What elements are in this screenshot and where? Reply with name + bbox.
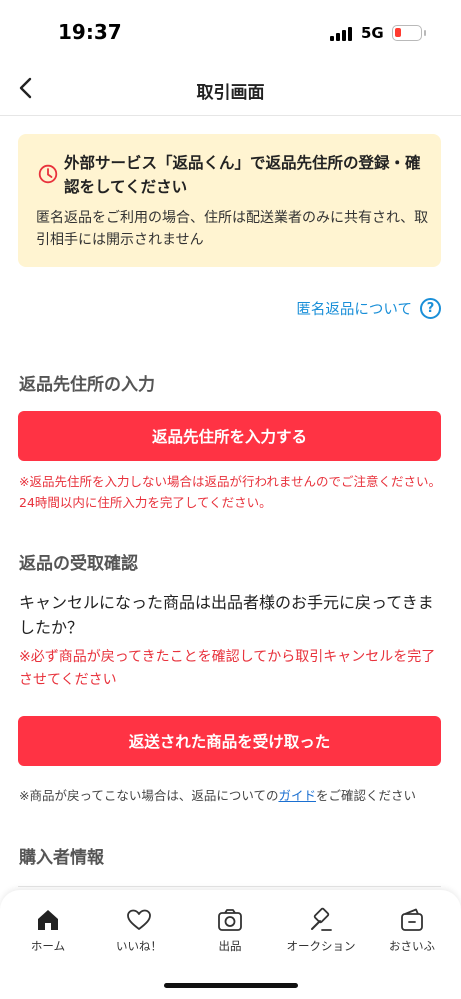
wallet-icon — [401, 908, 423, 931]
tab-likes[interactable]: いいね！ — [95, 906, 183, 956]
status-time: 19:37 — [58, 20, 122, 44]
tab-wallet[interactable]: おさいふ — [368, 906, 456, 956]
notice-banner: 外部サービス「返品くん」で返品先住所の登録・確認をしてください 匿名返品をご利用… — [18, 134, 441, 267]
battery-cap — [424, 30, 426, 36]
tab-label: いいね！ — [116, 939, 162, 953]
tab-label: 出品 — [218, 939, 242, 953]
camera-icon — [218, 909, 242, 931]
status-bar: 19:37 5G — [0, 0, 461, 60]
anon-return-link[interactable]: 匿名返品について ? — [296, 295, 441, 321]
guide-note: ※商品が戻ってこない場合は、返品についてのガイドをご確認ください — [19, 785, 449, 804]
tab-home[interactable]: ホーム — [4, 906, 92, 956]
anon-return-link-label: 匿名返品について — [296, 301, 412, 318]
battery-icon — [392, 25, 422, 41]
divider — [18, 886, 441, 887]
tab-listing[interactable]: 出品 — [186, 906, 274, 956]
gavel-icon — [311, 907, 332, 931]
item-received-button[interactable]: 返送された商品を受け取った — [18, 716, 441, 766]
nav-bar: 取引画面 — [0, 62, 461, 116]
heart-icon — [127, 909, 151, 930]
notice-body: 匿名返品をご利用の場合、住所は配送業者のみに共有され、取引相手には開示されません — [36, 210, 429, 248]
return-address-note: ※返品先住所を入力しない場合は返品が行われませんのでご注意ください。24時間以内… — [19, 474, 441, 510]
guide-note-suffix: をご確認ください — [316, 788, 417, 803]
return-address-heading: 返品先住所の入力 — [19, 375, 155, 395]
network-label: 5G — [361, 24, 384, 42]
notice-title: 外部サービス「返品くん」で返品先住所の登録・確認をしてください — [64, 154, 421, 196]
enter-return-address-button[interactable]: 返品先住所を入力する — [18, 411, 441, 461]
receipt-warning: ※必ず商品が戻ってきたことを確認してから取引キャンセルを完了させてください — [19, 649, 436, 688]
tab-label: ホーム — [30, 939, 66, 953]
tab-auction[interactable]: オークション — [277, 906, 365, 956]
guide-note-prefix: ※商品が戻ってこない場合は、返品についての — [19, 788, 279, 803]
receipt-confirmation-heading: 返品の受取確認 — [19, 554, 138, 574]
clock-icon — [38, 164, 58, 184]
guide-link[interactable]: ガイド — [278, 788, 316, 803]
help-icon[interactable]: ? — [420, 297, 441, 319]
receipt-question: キャンセルになった商品は出品者様のお手元に戻ってきましたか？ — [19, 593, 434, 637]
home-indicator — [164, 983, 298, 988]
tab-label: オークション — [286, 939, 356, 953]
page-title: 取引画面 — [196, 83, 265, 103]
home-icon — [38, 910, 58, 930]
buyer-info-heading: 購入者情報 — [19, 848, 104, 868]
tab-label: おさいふ — [389, 939, 435, 953]
signal-icon — [330, 27, 354, 41]
